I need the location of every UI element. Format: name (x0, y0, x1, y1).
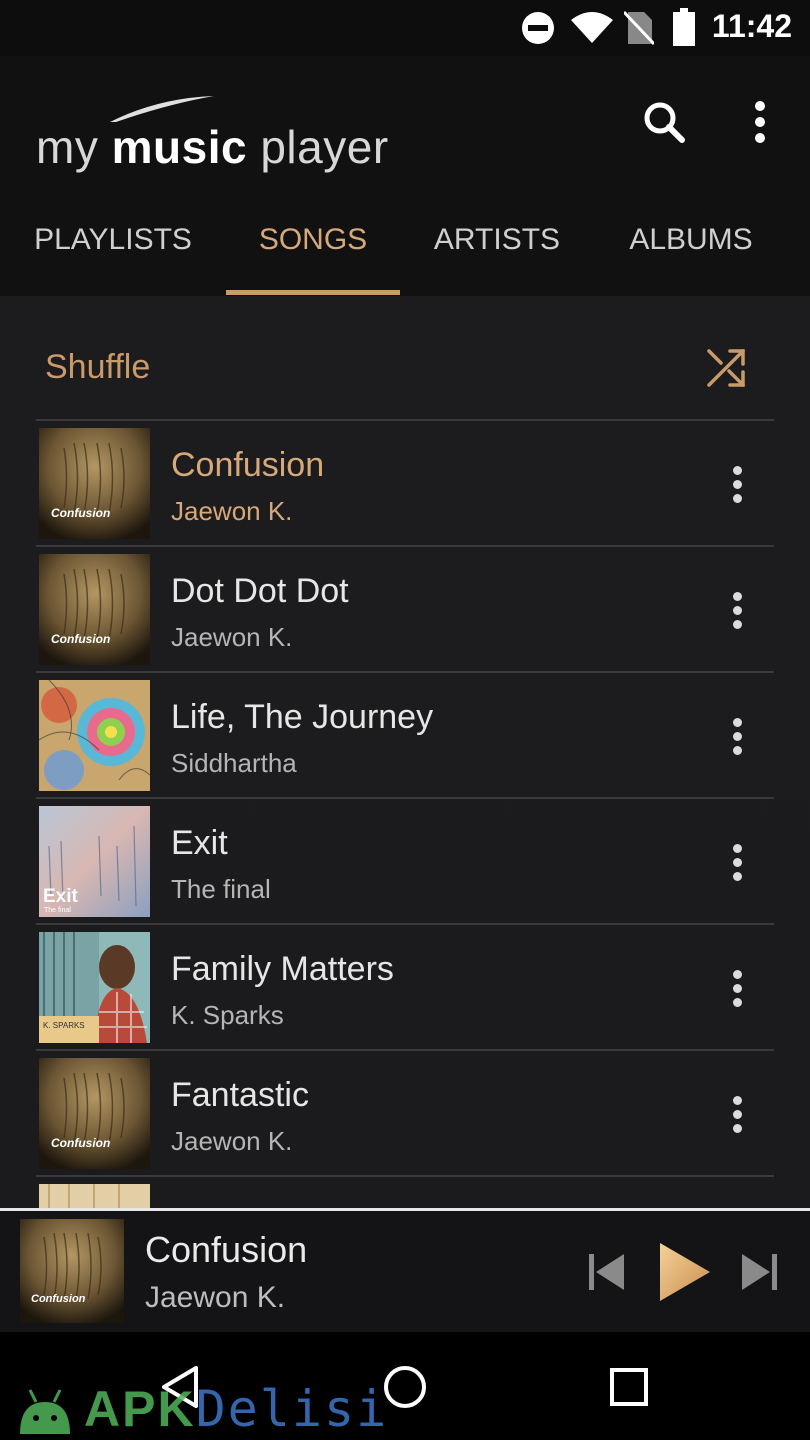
song-artist: The final (171, 874, 271, 904)
album-art-subtext: The final (44, 907, 71, 914)
song-title: Family Matters (171, 950, 394, 988)
tab-bar: PLAYLISTS SONGS ARTISTS ALBUMS (0, 216, 810, 296)
now-playing-art-text: Confusion (31, 1293, 86, 1305)
now-playing-artist: Jaewon K. (145, 1281, 286, 1314)
song-overflow-icon[interactable] (722, 1092, 752, 1136)
search-icon[interactable] (632, 92, 696, 156)
tab-playlists[interactable]: PLAYLISTS (20, 216, 206, 296)
do-not-disturb-icon (522, 12, 554, 44)
song-overflow-icon[interactable] (722, 966, 752, 1010)
shuffle-icon (707, 349, 745, 387)
no-sim-icon (624, 10, 654, 46)
song-artist: Siddhartha (171, 748, 297, 778)
tab-albums[interactable]: ALBUMS (612, 216, 770, 296)
shuffle-label: Shuffle (45, 348, 151, 386)
album-art-text: K. SPARKS (43, 1021, 85, 1030)
app-logo: my music player (36, 86, 388, 173)
tab-songs[interactable]: SONGS (226, 216, 400, 296)
album-art: K. SPARKS (39, 932, 150, 1043)
song-title: Exit (171, 824, 228, 862)
logo-word-player: player (260, 121, 389, 173)
now-playing-bar[interactable]: Confusion Confusion Jaewon K. (0, 1208, 810, 1335)
recents-icon[interactable] (604, 1362, 654, 1412)
song-list: Shuffle Confusion Confusion Jaewon K. Co… (0, 296, 810, 1208)
album-art-text: Confusion (51, 632, 110, 646)
song-row[interactable]: K. SPARKS Family Matters K. Sparks (36, 926, 774, 1050)
logo-word-my: my (36, 121, 99, 173)
album-art-text: Confusion (51, 1136, 110, 1150)
shuffle-row[interactable]: Shuffle (36, 336, 774, 420)
watermark-text: APKDelisi (84, 1380, 389, 1438)
tab-artists[interactable]: ARTISTS (420, 216, 574, 296)
album-art: Confusion (39, 554, 150, 665)
song-overflow-icon[interactable] (722, 462, 752, 506)
app-logo-text: my music player (36, 120, 389, 174)
status-time: 11:42 (711, 8, 792, 44)
song-row[interactable]: Exit The final Exit The final (36, 800, 774, 924)
album-art: Confusion (39, 1058, 150, 1169)
song-row[interactable]: Confusion Confusion Jaewon K. (36, 422, 774, 546)
song-row[interactable]: Confusion Fantastic Jaewon K. (36, 1052, 774, 1176)
now-playing-title: Confusion (145, 1229, 308, 1270)
divider (36, 545, 774, 547)
album-art: Exit The final (39, 806, 150, 917)
album-art-text: Exit (43, 886, 79, 907)
status-bar: 11:42 (0, 0, 810, 56)
song-title: Dot Dot Dot (171, 572, 349, 610)
album-art (39, 680, 150, 791)
divider (36, 1175, 774, 1177)
more-options-icon[interactable] (728, 92, 792, 156)
song-artist: Jaewon K. (171, 622, 293, 652)
play-icon[interactable] (656, 1241, 712, 1303)
divider (36, 797, 774, 799)
active-tab-indicator (226, 290, 400, 295)
song-artist: Jaewon K. (171, 496, 293, 526)
android-logo-icon (20, 1389, 70, 1434)
song-overflow-icon[interactable] (722, 840, 752, 884)
song-overflow-icon[interactable] (722, 588, 752, 632)
app-bar: my music player PLAYLISTS SONGS ARTISTS … (0, 56, 810, 296)
divider (36, 1049, 774, 1051)
song-artist: K. Sparks (171, 1000, 284, 1030)
song-row[interactable]: Confusion Dot Dot Dot Jaewon K. (36, 548, 774, 672)
logo-word-music: music (111, 121, 248, 173)
song-artist: Jaewon K. (171, 1126, 293, 1156)
album-art: Confusion (39, 428, 150, 539)
divider (36, 923, 774, 925)
song-title: Fantastic (171, 1076, 309, 1114)
wifi-icon (571, 12, 613, 43)
song-title: Life, The Journey (171, 698, 434, 736)
song-title: Confusion (171, 446, 325, 484)
next-track-icon[interactable] (738, 1251, 780, 1293)
battery-icon (673, 8, 695, 46)
song-row[interactable]: Life, The Journey Siddhartha (36, 674, 774, 798)
divider (36, 671, 774, 673)
watermark: APKDelisi (14, 1380, 386, 1440)
album-art-partial (39, 1184, 150, 1208)
album-art-text: Confusion (51, 506, 110, 520)
previous-track-icon[interactable] (586, 1251, 628, 1293)
divider (36, 419, 774, 421)
song-overflow-icon[interactable] (722, 714, 752, 758)
now-playing-art: Confusion (20, 1219, 124, 1323)
